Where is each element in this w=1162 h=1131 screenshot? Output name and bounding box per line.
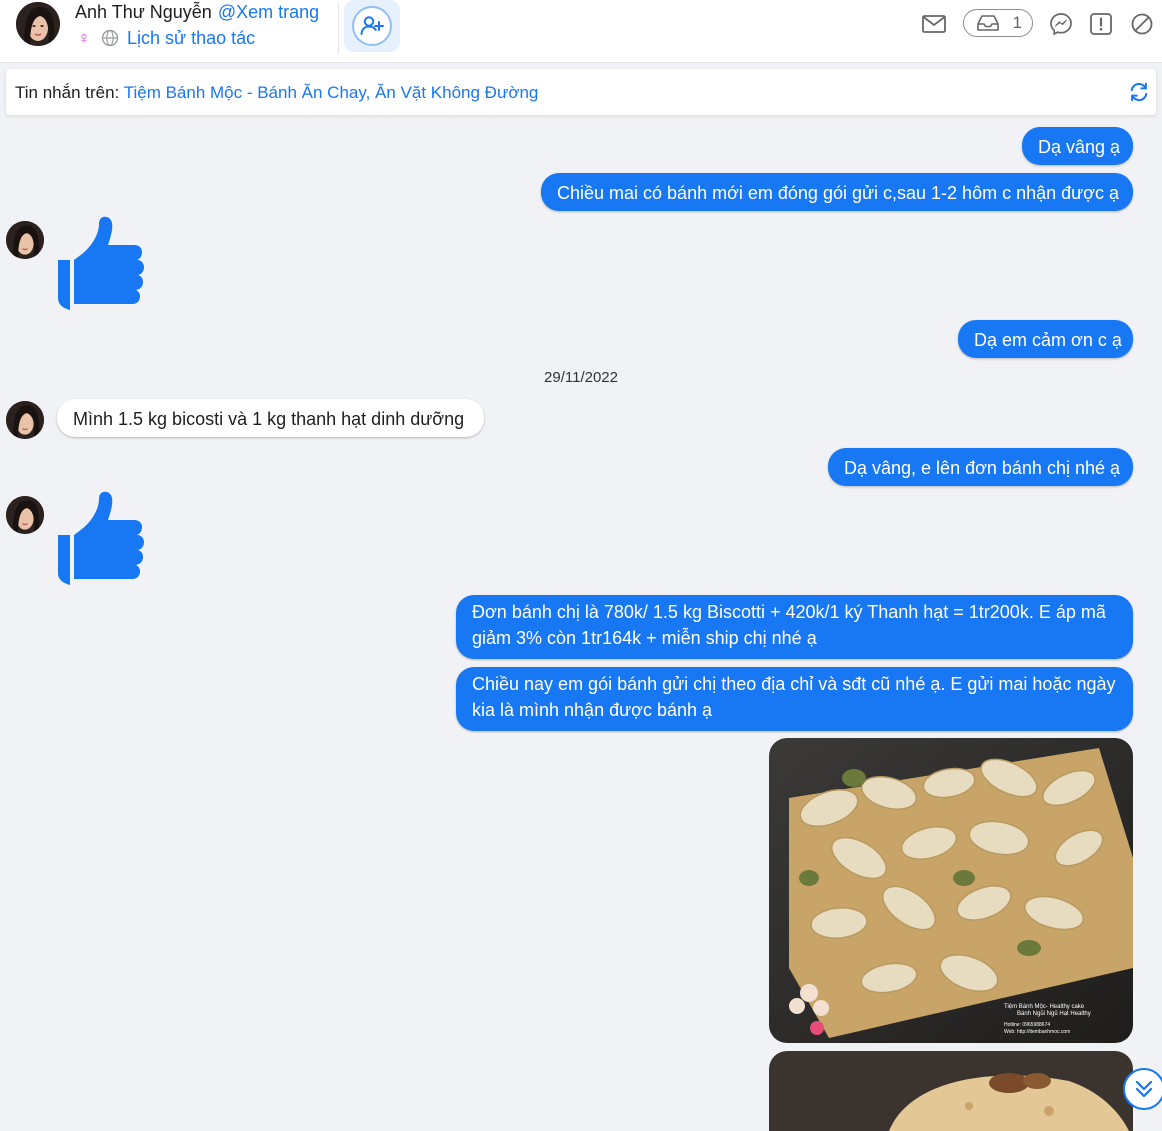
photo-message[interactable] (769, 1051, 1133, 1131)
refresh-icon[interactable] (1128, 81, 1150, 103)
message-outgoing[interactable]: Dạ em cảm ơn c ạ (958, 320, 1133, 358)
inbox-count: 1 (1012, 13, 1022, 32)
watermark-line: Web: http://tiembanhmoc.com (1004, 1029, 1070, 1035)
action-history-link[interactable]: Lịch sử thao tác (127, 28, 255, 49)
report-icon (1090, 13, 1112, 35)
conversation-header: Anh Thư Nguyễn @Xem trang ♀ Lịch sử thao … (0, 0, 1162, 63)
scroll-to-bottom-button[interactable] (1123, 1068, 1162, 1110)
watermark-line: Hotline: 0965988674 (1004, 1022, 1050, 1028)
message-source-label: Tin nhắn trên: Tiệm Bánh Mộc - Bánh Ăn C… (15, 83, 538, 103)
watermark-line: Tiệm Bánh Mộc- Healthy cake (1004, 1004, 1085, 1010)
messenger-button[interactable] (1049, 12, 1073, 36)
block-icon (1131, 13, 1153, 35)
user-name[interactable]: Anh Thư Nguyễn (75, 2, 212, 22)
female-gender-icon: ♀ (77, 27, 91, 48)
header-divider (338, 2, 339, 54)
sender-avatar[interactable] (6, 401, 44, 439)
messenger-icon (1050, 13, 1072, 36)
sender-avatar[interactable] (6, 496, 44, 534)
message-outgoing[interactable]: Đơn bánh chị là 780k/ 1.5 kg Biscotti + … (456, 595, 1133, 659)
biscotti-photo (769, 1051, 1133, 1131)
photo-message[interactable]: Tiệm Bánh Mộc- Healthy cake Bánh Ngũi Ng… (769, 738, 1133, 1043)
user-name-line: Anh Thư Nguyễn @Xem trang (75, 2, 319, 23)
watermark-line: Bánh Ngũi Ngũ Hạt Healthy (1017, 1011, 1091, 1017)
message-outgoing[interactable]: Dạ vâng, e lên đơn bánh chị nhé ạ (828, 448, 1133, 486)
mail-icon (922, 15, 946, 33)
add-friend-button[interactable] (344, 0, 400, 52)
globe-icon (101, 29, 119, 47)
thumbs-up-like-icon (58, 216, 144, 310)
nut-bar-photo: Tiệm Bánh Mộc- Healthy cake Bánh Ngũi Ng… (769, 738, 1133, 1043)
inbox-counter-button[interactable]: 1 (963, 9, 1033, 37)
report-button[interactable] (1089, 12, 1113, 36)
thumbs-up-like-icon (58, 491, 144, 585)
double-chevron-down-icon (1135, 1080, 1153, 1098)
date-separator: 29/11/2022 (544, 369, 618, 386)
view-page-link[interactable]: @Xem trang (218, 2, 319, 22)
page-info-bar: Tin nhắn trên: Tiệm Bánh Mộc - Bánh Ăn C… (6, 69, 1156, 115)
message-outgoing[interactable]: Dạ vâng ạ (1022, 127, 1133, 165)
message-incoming[interactable]: Mình 1.5 kg bicosti và 1 kg thanh hạt di… (57, 399, 484, 437)
add-friend-icon (360, 16, 384, 35)
sender-avatar[interactable] (6, 221, 44, 259)
inbox-icon (977, 15, 999, 31)
block-button[interactable] (1130, 12, 1154, 36)
page-name-link[interactable]: Tiệm Bánh Mộc - Bánh Ăn Chay, Ăn Vặt Khô… (124, 83, 539, 102)
user-meta-row: ♀ Lịch sử thao tác (75, 26, 255, 50)
source-prefix: Tin nhắn trên: (15, 83, 120, 102)
message-outgoing[interactable]: Chiều mai có bánh mới em đóng gói gửi c,… (541, 173, 1133, 211)
mail-button[interactable] (922, 12, 946, 36)
user-avatar[interactable] (16, 2, 60, 46)
message-outgoing[interactable]: Chiều nay em gói bánh gửi chị theo địa c… (456, 667, 1133, 731)
